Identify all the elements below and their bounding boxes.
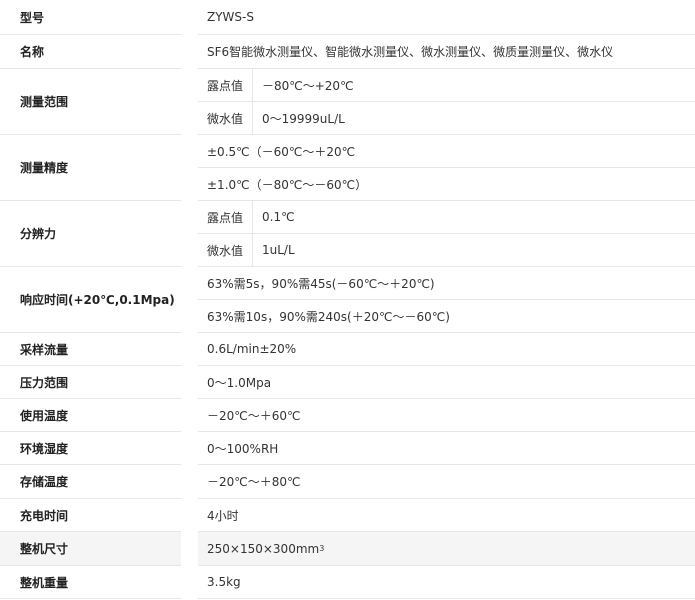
row-divider xyxy=(198,598,695,599)
table-row: 压力范围 0～1.0Mpa xyxy=(0,366,695,398)
table-row: 采样流量 0.6L/min±20% xyxy=(0,333,695,365)
row-label: 型号 xyxy=(20,10,45,25)
row-label: 压力范围 xyxy=(20,375,69,390)
sub-row-key: 微水值 xyxy=(198,234,253,266)
row-label: 响应时间(+20℃,0.1Mpa) xyxy=(20,293,175,307)
sub-row-value: ±0.5℃（－60℃～＋20℃ xyxy=(207,144,356,159)
table-row: 环境湿度 0～100%RH xyxy=(0,432,695,464)
table-row: 型号 ZYWS-S xyxy=(0,0,695,34)
row-value: －20℃～＋80℃ xyxy=(207,475,301,489)
sub-row: ±1.0℃（－80℃～－60℃） xyxy=(198,168,695,200)
row-value: 0～100%RH xyxy=(207,441,279,456)
sub-row-value: ±1.0℃（－80℃～－60℃） xyxy=(207,177,368,192)
row-value: ZYWS-S xyxy=(207,10,254,24)
sub-row: ±0.5℃（－60℃～＋20℃ xyxy=(198,135,695,167)
row-label: 测量范围 xyxy=(20,95,69,109)
row-label: 整机尺寸 xyxy=(0,532,181,565)
sub-row: 微水值 1uL/L xyxy=(198,234,695,266)
table-row: 存储温度 －20℃～＋80℃ xyxy=(0,465,695,498)
row-value: 250×150×300mm 3 xyxy=(198,532,695,565)
row-label: 名称 xyxy=(20,45,45,59)
dimension-value: 250×150×300mm xyxy=(207,541,320,556)
sub-row-value: －80℃～+20℃ xyxy=(262,78,354,93)
sub-row-value: 1uL/L xyxy=(262,243,295,257)
table-row: 整机重量 3.5kg xyxy=(0,566,695,598)
sub-row: 微水值 0～19999uL/L xyxy=(198,102,695,134)
sub-row: 63%需5s，90%需45s(－60℃～＋20℃) xyxy=(198,267,695,299)
sub-row-value: 63%需5s，90%需45s(－60℃～＋20℃) xyxy=(207,276,435,291)
row-value: 0.6L/min±20% xyxy=(207,342,297,356)
row-value: 0～1.0Mpa xyxy=(207,375,272,390)
row-label: 采样流量 xyxy=(20,342,69,357)
sub-row-key: 露点值 xyxy=(198,69,253,101)
row-value: －20℃～＋60℃ xyxy=(207,408,301,423)
row-label: 使用温度 xyxy=(20,408,69,423)
row-label: 环境湿度 xyxy=(20,441,69,456)
sub-row: 露点值 －80℃～+20℃ xyxy=(198,69,695,101)
sub-row: 63%需10s，90%需240s(＋20℃～－60℃) xyxy=(198,300,695,332)
sub-row-value: 63%需10s，90%需240s(＋20℃～－60℃) xyxy=(207,309,450,324)
table-row: 使用温度 －20℃～＋60℃ xyxy=(0,399,695,431)
row-label: 存储温度 xyxy=(20,475,69,489)
row-label: 分辨力 xyxy=(20,227,57,241)
row-value: 4小时 xyxy=(207,508,239,523)
sub-row-key: 露点值 xyxy=(198,201,253,233)
row-value: SF6智能微水测量仪、智能微水测量仪、微水测量仪、微质量测量仪、微水仪 xyxy=(207,45,614,59)
row-label: 测量精度 xyxy=(20,161,69,175)
sub-row: 露点值 0.1℃ xyxy=(198,201,695,233)
table-row: 充电时间 4小时 xyxy=(0,499,695,531)
table-row: 整机尺寸 250×150×300mm 3 xyxy=(0,532,695,565)
sub-row-key: 微水值 xyxy=(198,102,253,134)
row-label: 整机重量 xyxy=(20,575,69,590)
row-label: 充电时间 xyxy=(20,508,69,523)
sub-row-value: 0～19999uL/L xyxy=(262,111,345,126)
sub-row-value: 0.1℃ xyxy=(262,210,295,224)
row-value: 3.5kg xyxy=(207,575,241,589)
row-divider xyxy=(0,598,181,599)
table-row: 名称 SF6智能微水测量仪、智能微水测量仪、微水测量仪、微质量测量仪、微水仪 xyxy=(0,35,695,68)
